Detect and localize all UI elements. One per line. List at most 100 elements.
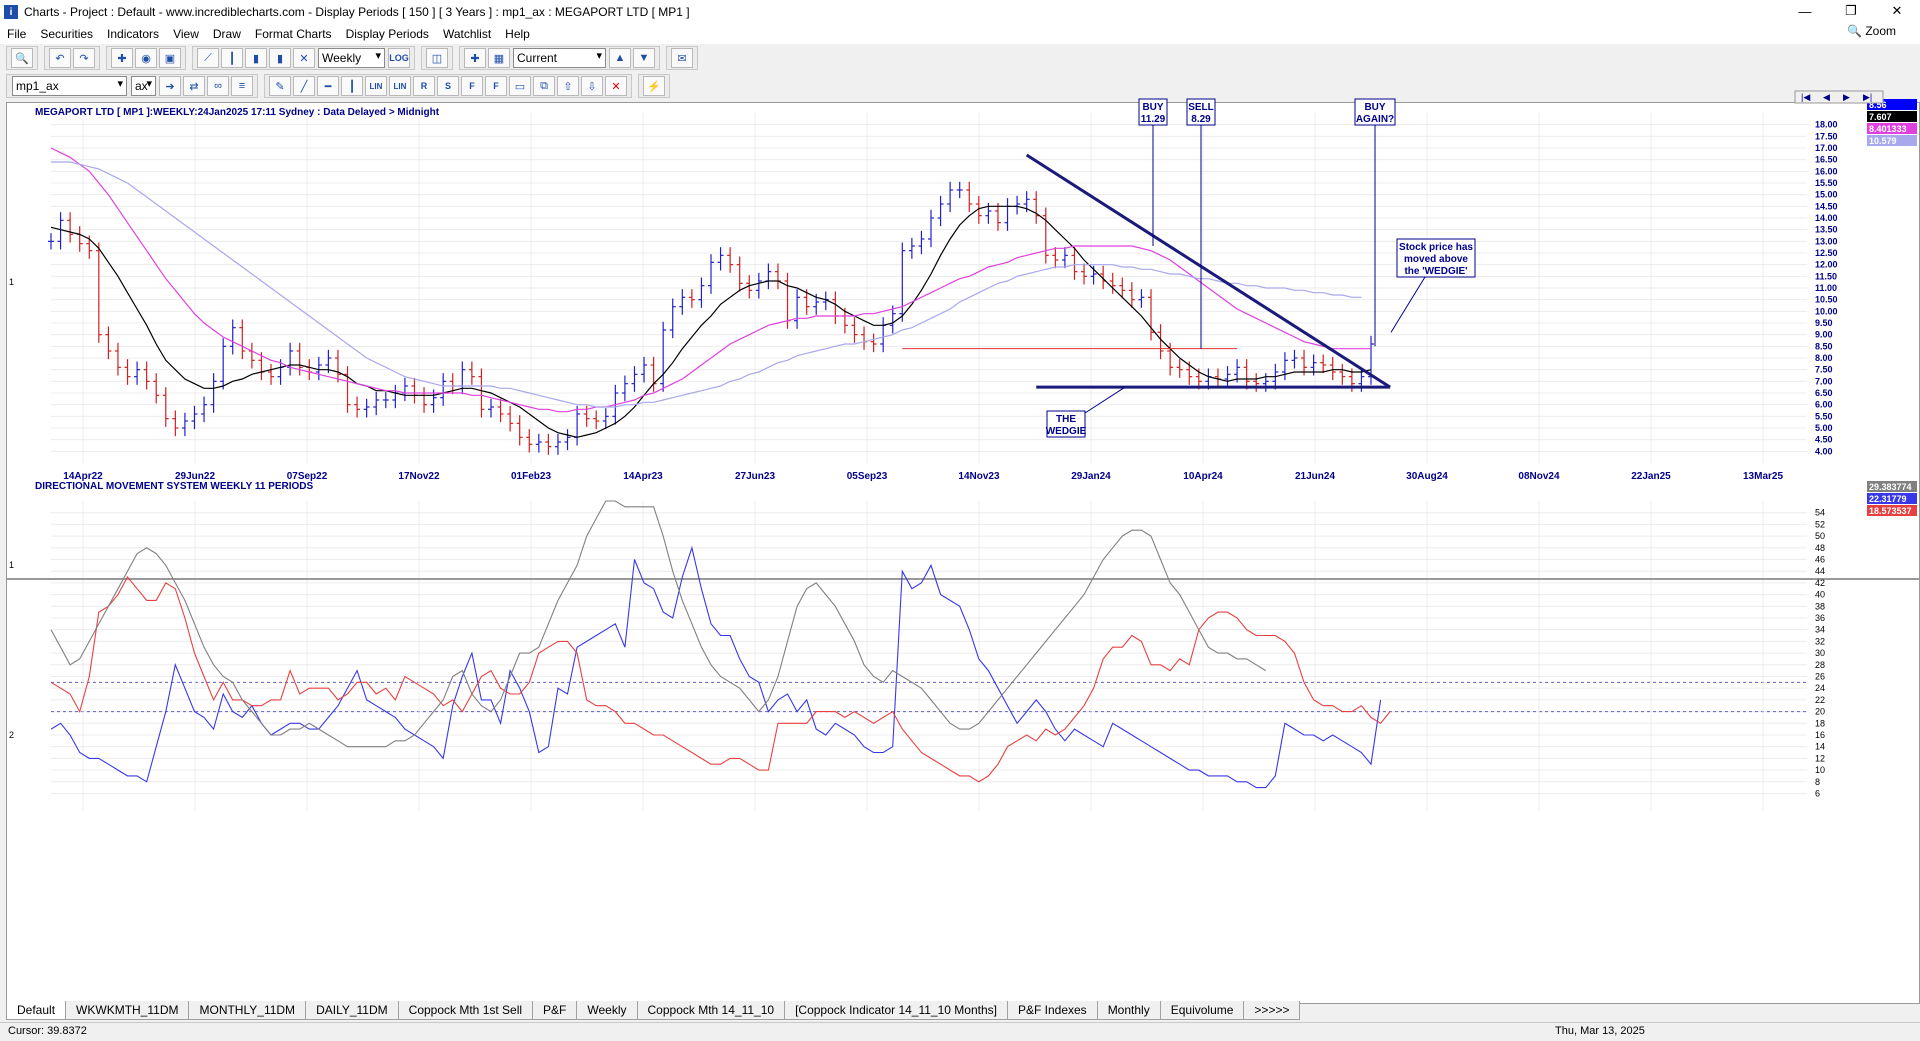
security-select[interactable]: mp1_ax (12, 76, 127, 96)
zoom-icon: 🔍 (1847, 24, 1862, 38)
date-axis-labels: 14Apr22 29Jun22 07Sep22 17Nov22 01Feb23 14Apr… (63, 471, 1783, 482)
chart-canvas[interactable]: 18.0017.5017.0016.5016.0015.5015.0014.50… (7, 90, 1919, 1003)
line-chart-icon[interactable]: ⟋ (197, 48, 219, 68)
toolbar-main: 🔍 ↶ ↷ ✚ ◉ ▣ ⟋ ┃ ▮ ▮ ✕ Weekly LOG ◫ ✚ ▦ C… (0, 44, 1920, 72)
minimize-icon[interactable]: — (1782, 0, 1828, 22)
undo-icon[interactable]: ↶ (49, 48, 71, 68)
chart-view-icon[interactable]: ◫ (426, 48, 448, 68)
move-down-icon[interactable]: ⇩ (581, 76, 603, 96)
toolbar-group-tools: ⚡ (638, 74, 670, 98)
linear-regression-button[interactable]: LIN (365, 76, 387, 96)
tab-coppock-indicator[interactable]: [Coppock Indicator 14_11_10 Months] (784, 1001, 1008, 1020)
indicator-tick-label: 32 (1815, 636, 1825, 646)
period-select[interactable]: Weekly (318, 48, 385, 68)
menu-draw[interactable]: Draw (206, 27, 248, 41)
tab-pnf[interactable]: P&F (532, 1001, 578, 1020)
price-tick-label: 9.50 (1815, 318, 1833, 328)
crosshair-icon[interactable]: ✚ (111, 48, 133, 68)
menu-watchlist[interactable]: Watchlist (436, 27, 498, 41)
redo-icon[interactable]: ↷ (73, 48, 95, 68)
tab-monthly-11dm[interactable]: MONTHLY_11DM (188, 1001, 307, 1020)
magic-wand-icon[interactable]: ⚡ (643, 76, 665, 96)
mail-icon[interactable]: ✉ (671, 48, 693, 68)
arrow-down-icon[interactable]: ▼ (633, 48, 655, 68)
pnf-chart-icon[interactable]: ✕ (293, 48, 315, 68)
price-tick-label: 7.00 (1815, 376, 1833, 386)
binoculars-icon[interactable]: ∞ (207, 76, 229, 96)
pencil-icon[interactable]: ✎ (269, 76, 291, 96)
price-tick-label: 5.00 (1815, 423, 1833, 433)
fibonacci-button[interactable]: F (461, 76, 483, 96)
toolbar-group-cursor: ✚ ◉ ▣ (106, 46, 186, 70)
indicator-tick-label: 38 (1815, 601, 1825, 611)
toolbar-group-chart-type: ⟋ ┃ ▮ ▮ ✕ Weekly LOG (192, 46, 415, 70)
settings-list-icon[interactable]: ≡ (231, 76, 253, 96)
resistance-button[interactable]: R (413, 76, 435, 96)
scroll-first-icon[interactable]: |◀ (1801, 92, 1810, 102)
menu-view[interactable]: View (166, 27, 206, 41)
search-icon[interactable]: 🔍 (11, 48, 33, 68)
swap-security-icon[interactable]: ⇄ (183, 76, 205, 96)
bar-chart-icon[interactable]: ┃ (221, 48, 243, 68)
price-tick-label: 18.00 (1815, 120, 1838, 130)
text-box-icon[interactable]: ▭ (509, 76, 531, 96)
fibonacci-fan-button[interactable]: F (485, 76, 507, 96)
tab-weekly[interactable]: Weekly (576, 1001, 638, 1020)
arrow-up-icon[interactable]: ▲ (609, 48, 631, 68)
tab-pnf-indexes[interactable]: P&F Indexes (1006, 1001, 1098, 1020)
regression-channel-button[interactable]: LIN (389, 76, 411, 96)
tab-wkwkmth-11dm[interactable]: WKWKMTH_11DM (65, 1001, 190, 1020)
price-value-box-text: 8.401333 (1869, 124, 1907, 134)
tab-coppock-mth-14-11-10[interactable]: Coppock Mth 14_11_10 (636, 1001, 786, 1020)
price-tick-label: 16.00 (1815, 166, 1838, 176)
price-tick-label: 17.50 (1815, 131, 1838, 141)
project-icon[interactable]: ▦ (488, 48, 510, 68)
tab-coppock-mth-1st-sell[interactable]: Coppock Mth 1st Sell (397, 1001, 534, 1020)
close-icon[interactable]: ✕ (1874, 0, 1920, 22)
indicator-tick-label: 6 (1815, 788, 1820, 798)
menu-indicators[interactable]: Indicators (100, 27, 166, 41)
indicator-pane-marker-2: 2 (9, 730, 14, 740)
menu-display-periods[interactable]: Display Periods (339, 27, 436, 41)
indicator-tick-label: 30 (1815, 648, 1825, 658)
menu-format-charts[interactable]: Format Charts (248, 27, 339, 41)
tab-daily-11dm[interactable]: DAILY_11DM (305, 1001, 399, 1020)
chart-page-icon[interactable]: ▣ (159, 48, 181, 68)
next-security-icon[interactable]: ➔ (159, 76, 181, 96)
price-tick-label: 6.50 (1815, 388, 1833, 398)
horizontal-line-icon[interactable]: ━ (317, 76, 339, 96)
scroll-next-icon[interactable]: ▶ (1843, 92, 1850, 102)
project-select[interactable]: Current (513, 48, 606, 68)
price-chart-title: MEGAPORT LTD [ MP1 ]:WEEKLY:24Jan2025 17… (35, 107, 440, 118)
pointer-icon[interactable]: ◉ (135, 48, 157, 68)
tab-default[interactable]: Default (6, 1001, 67, 1020)
buy-again-label-text: BUY (1364, 102, 1385, 113)
tab-equivolume[interactable]: Equivolume (1159, 1001, 1245, 1020)
trendline-icon[interactable]: ╱ (293, 76, 315, 96)
copy-icon[interactable]: ⧉ (533, 76, 555, 96)
delete-icon[interactable]: ✕ (605, 76, 627, 96)
add-project-icon[interactable]: ✚ (464, 48, 486, 68)
chart-area[interactable]: 18.00 17.50 17.00 16.50 16.00 15.50 15.00 14.50… (6, 90, 1920, 1004)
scroll-last-icon[interactable]: ▶| (1863, 92, 1872, 102)
move-up-icon[interactable]: ⇧ (557, 76, 579, 96)
tab-more[interactable]: >>>>> (1243, 1001, 1301, 1020)
candle-chart-icon[interactable]: ▮ (245, 48, 267, 68)
scroll-prev-icon[interactable]: ◀ (1823, 92, 1830, 102)
menu-file[interactable]: File (0, 27, 33, 41)
indicator-tick-label: 26 (1815, 671, 1825, 681)
vertical-line-icon[interactable]: ┃ (341, 76, 363, 96)
exchange-select[interactable]: ax (131, 76, 156, 96)
toolbar-group-search: 🔍 (6, 46, 38, 70)
menu-securities[interactable]: Securities (33, 27, 100, 41)
support-button[interactable]: S (437, 76, 459, 96)
candle-color-icon[interactable]: ▮ (269, 48, 291, 68)
menu-help[interactable]: Help (498, 27, 537, 41)
status-bar: Cursor: 39.8372 Thu, Mar 13, 2025 (0, 1022, 1920, 1041)
price-tick-label: 4.00 (1815, 446, 1833, 456)
tab-monthly[interactable]: Monthly (1096, 1001, 1161, 1020)
indicator-tick-label: 44 (1815, 566, 1825, 576)
zoom-button[interactable]: 🔍 Zoom (1847, 24, 1896, 38)
restore-icon[interactable]: ❐ (1828, 0, 1874, 22)
log-scale-button[interactable]: LOG (388, 48, 410, 68)
